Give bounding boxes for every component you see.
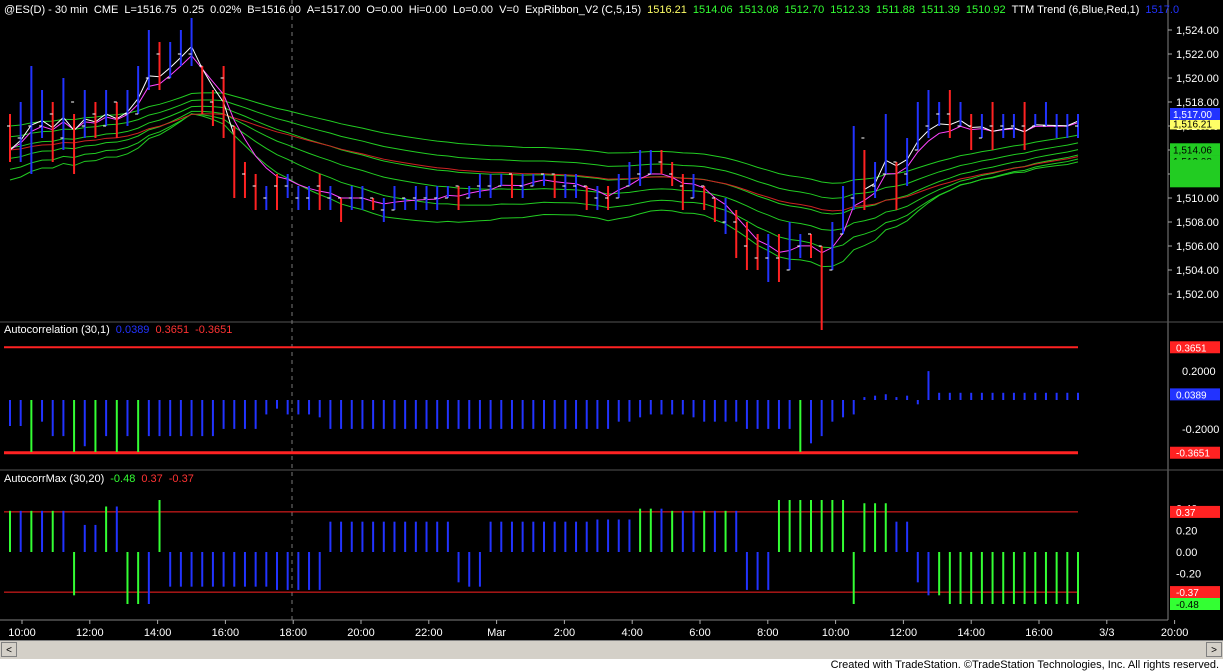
- autocorrmax-panel-header: AutocorrMax (30,20) -0.48 0.37 -0.37: [4, 473, 200, 486]
- autocorr-value-label: 0.3651: [1176, 343, 1207, 354]
- price-value-label: 1,516.21: [1173, 119, 1212, 130]
- time-tick-label: 6:00: [689, 627, 710, 639]
- header-item: 1517.0: [1145, 4, 1180, 16]
- time-tick-label: 14:00: [144, 627, 172, 639]
- autocorr-value-label: 0.0389: [1176, 390, 1207, 401]
- header-item: -0.3651: [195, 324, 233, 336]
- price-tick-label: 1,508.00: [1176, 217, 1219, 229]
- time-tick-label: 10:00: [822, 627, 850, 639]
- header-item: CME: [93, 4, 119, 16]
- header-item: B=1516.00: [247, 4, 301, 16]
- price-tick-label: 1,510.00: [1176, 193, 1219, 205]
- header-item: Hi=0.00: [408, 4, 447, 16]
- header-item: A=1517.00: [306, 4, 361, 16]
- autocorrmax-value-label: -0.37: [1176, 588, 1199, 599]
- time-tick-label: 16:00: [212, 627, 240, 639]
- header-item: 1511.39: [920, 4, 960, 16]
- price-panel-header: @ES(D) - 30 min CME L=1516.75 0.25 0.02% B=15…: [4, 4, 1185, 17]
- time-tick-label: 2:00: [554, 627, 575, 639]
- header-item: V=0: [499, 4, 519, 16]
- autocorr-value-label: -0.3651: [1176, 449, 1210, 460]
- autocorr-tick-label: 0.2000: [1182, 366, 1216, 378]
- scroll-right-icon[interactable]: >: [1206, 642, 1222, 657]
- header-item: @ES(D) - 30 min: [4, 4, 88, 16]
- price-tick-label: 1,506.00: [1176, 241, 1219, 253]
- time-tick-label: 20:00: [347, 627, 375, 639]
- time-tick-label: 10:00: [8, 627, 36, 639]
- header-item: 1516.21: [647, 4, 687, 16]
- time-tick-label: 4:00: [621, 627, 642, 639]
- time-tick-label: 12:00: [76, 627, 104, 639]
- time-tick-label: 16:00: [1025, 627, 1053, 639]
- header-item: 0.37: [141, 473, 163, 485]
- header-item: AutocorrMax (30,20): [4, 473, 105, 485]
- time-tick-label: 12:00: [890, 627, 918, 639]
- footer-note: Created with TradeStation. ©TradeStation…: [830, 659, 1219, 671]
- header-item: L=1516.75: [124, 4, 177, 16]
- header-item: 1510.92: [965, 4, 1006, 16]
- header-item: 1514.06: [692, 4, 733, 16]
- header-item: -0.37: [168, 473, 194, 485]
- header-item: O=0.00: [366, 4, 403, 16]
- header-item: 1513.08: [738, 4, 779, 16]
- header-item: ExpRibbon_V2 (C,5,15): [524, 4, 642, 16]
- chart-canvas[interactable]: 1,502.00 1,504.00 1,506.00 1,508.00 1,510.00…: [0, 0, 1223, 640]
- price-value-label: 1,517.00: [1173, 110, 1212, 121]
- header-item: 0.3651: [155, 324, 190, 336]
- price-tick-label: 1,504.00: [1176, 265, 1219, 277]
- time-tick-label: Mar: [487, 627, 506, 639]
- time-tick-label: 14:00: [957, 627, 985, 639]
- price-tick-label: 1,522.00: [1176, 49, 1219, 61]
- autocorrelation-panel-header: Autocorrelation (30,1) 0.0389 0.3651 -0.365…: [4, 324, 238, 337]
- time-tick-label: 3/3: [1099, 627, 1114, 639]
- time-tick-label: 18:00: [279, 627, 307, 639]
- header-item: 1511.88: [875, 4, 915, 16]
- tradestation-chart-window: 1,502.00 1,504.00 1,506.00 1,508.00 1,510.00…: [0, 0, 1223, 672]
- price-tick-label: 1,518.00: [1176, 97, 1219, 109]
- header-item: 0.02%: [210, 4, 242, 16]
- scroll-left-icon[interactable]: <: [1, 642, 17, 657]
- header-item: TTM Trend (6,Blue,Red,1): [1011, 4, 1140, 16]
- header-item: -0.48: [110, 473, 136, 485]
- header-item: Lo=0.00: [452, 4, 494, 16]
- ribbon-value-box: [1170, 175, 1220, 188]
- time-tick-label: 20:00: [1161, 627, 1189, 639]
- autocorrmax-value-label: 0.37: [1176, 508, 1196, 519]
- header-item: 0.0389: [115, 324, 150, 336]
- price-tick-label: 1,520.00: [1176, 73, 1219, 85]
- autocorrmax-tick-label: 0.20: [1176, 525, 1197, 537]
- header-item: 1512.70: [784, 4, 825, 16]
- header-item: Autocorrelation (30,1): [4, 324, 110, 336]
- time-tick-label: 22:00: [415, 627, 443, 639]
- autocorrmax-tick-label: 0.00: [1176, 547, 1197, 559]
- price-tick-label: 1,524.00: [1176, 25, 1219, 37]
- header-item: 1512.33: [830, 4, 870, 16]
- price-value-label: 1,514.06: [1173, 145, 1212, 156]
- autocorr-tick-label: -0.2000: [1182, 424, 1219, 436]
- horizontal-scrollbar[interactable]: < >: [0, 640, 1223, 659]
- autocorrmax-value-label: -0.48: [1176, 600, 1199, 611]
- autocorrmax-tick-label: -0.20: [1176, 569, 1201, 581]
- header-item: 0.25: [182, 4, 205, 16]
- time-tick-label: 8:00: [757, 627, 778, 639]
- price-tick-label: 1,502.00: [1176, 289, 1219, 301]
